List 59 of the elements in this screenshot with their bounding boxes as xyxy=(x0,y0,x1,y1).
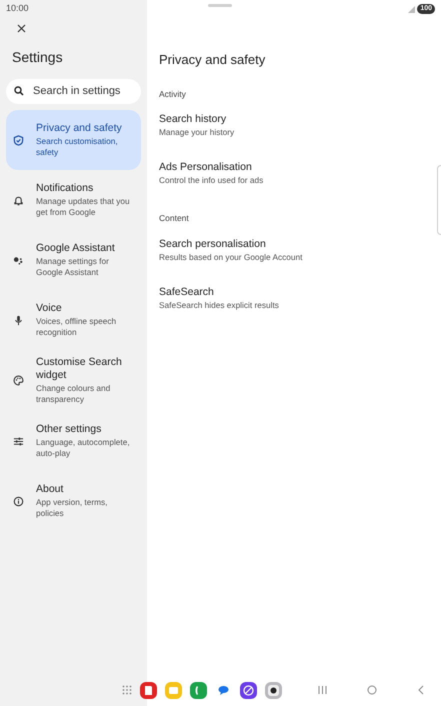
item-title: Voice xyxy=(36,302,63,315)
row-title: Search personalisation xyxy=(159,238,267,251)
item-subtitle: App version, terms, policies xyxy=(36,497,108,519)
item-subtitle: Search customisation, safety xyxy=(36,136,119,158)
section-header: Activity xyxy=(159,88,187,100)
close-icon xyxy=(16,24,26,32)
back-icon[interactable] xyxy=(417,685,424,695)
signal-icon xyxy=(408,6,416,12)
item-subtitle: Manage updates that you get from Google xyxy=(36,196,131,218)
item-title: Notifications xyxy=(36,182,94,195)
row-subtitle: SafeSearch hides explicit results xyxy=(159,300,280,311)
notes-app-icon[interactable] xyxy=(140,682,157,698)
item-title: Other settings xyxy=(36,423,102,436)
sidebar-item[interactable]: Customise Search widget Change colours and transparency xyxy=(6,350,141,411)
section-header: Content xyxy=(159,212,190,225)
sliders-icon xyxy=(13,436,24,446)
item-title: Privacy and safety xyxy=(36,122,123,135)
settings-row[interactable]: Ads Personalisation Control the info used for ads xyxy=(159,161,441,186)
item-title: Google Assistant xyxy=(36,242,116,255)
recents-icon[interactable] xyxy=(318,686,327,694)
row-subtitle: Control the info used for ads xyxy=(159,175,264,186)
row-subtitle: Manage your history xyxy=(159,127,236,138)
sidebar-item[interactable]: Voice Voices, offline speech recognition xyxy=(6,290,141,350)
microphone-icon xyxy=(13,314,24,326)
row-title: Ads Personalisation xyxy=(159,161,253,174)
sidebar-item[interactable]: Notifications Manage updates that you get from Google xyxy=(6,170,141,230)
shield-icon xyxy=(13,134,24,146)
assistant-icon xyxy=(13,254,24,266)
app-grid-icon[interactable] xyxy=(122,685,132,695)
drag-handle[interactable] xyxy=(208,4,232,7)
item-subtitle: Change colours and transparency xyxy=(36,383,112,405)
settings-row[interactable]: SafeSearch SafeSearch hides explicit results xyxy=(159,286,441,311)
sidebar-item[interactable]: About App version, terms, policies xyxy=(6,471,141,531)
item-subtitle: Language, autocomplete, auto-play xyxy=(36,437,131,459)
item-subtitle: Manage settings for Google Assistant xyxy=(36,256,110,278)
search-icon xyxy=(14,86,24,96)
sidebar-title: Settings xyxy=(12,48,64,67)
item-subtitle: Voices, offline speech recognition xyxy=(36,316,118,338)
page-title: Privacy and safety xyxy=(159,51,266,69)
side-handle[interactable] xyxy=(437,165,441,235)
palette-icon xyxy=(13,375,24,386)
settings-row[interactable]: Search personalisation Results based on your Google Account xyxy=(159,238,441,263)
row-title: SafeSearch xyxy=(159,286,215,299)
bell-icon xyxy=(13,194,24,206)
row-title: Search history xyxy=(159,113,228,126)
sidebar-item[interactable]: Other settings Language, autocomplete, auto-play xyxy=(6,411,141,471)
item-title: About xyxy=(36,483,64,496)
search-field[interactable]: Search in settings xyxy=(6,78,141,104)
browser-app-icon[interactable] xyxy=(240,682,257,698)
camera-app-icon[interactable] xyxy=(265,682,282,698)
info-icon xyxy=(13,496,24,506)
sidebar-item[interactable]: Privacy and safety Search customisation, safety xyxy=(6,110,141,170)
home-icon[interactable] xyxy=(367,685,377,695)
row-subtitle: Results based on your Google Account xyxy=(159,252,304,263)
phone-app-icon[interactable] xyxy=(190,682,207,698)
sidebar-item[interactable]: Google Assistant Manage settings for Google Assistant xyxy=(6,230,141,290)
status-time: 10:00 xyxy=(6,2,29,16)
item-title: Customise Search widget xyxy=(36,356,123,382)
settings-row[interactable]: Search history Manage your history xyxy=(159,113,441,138)
